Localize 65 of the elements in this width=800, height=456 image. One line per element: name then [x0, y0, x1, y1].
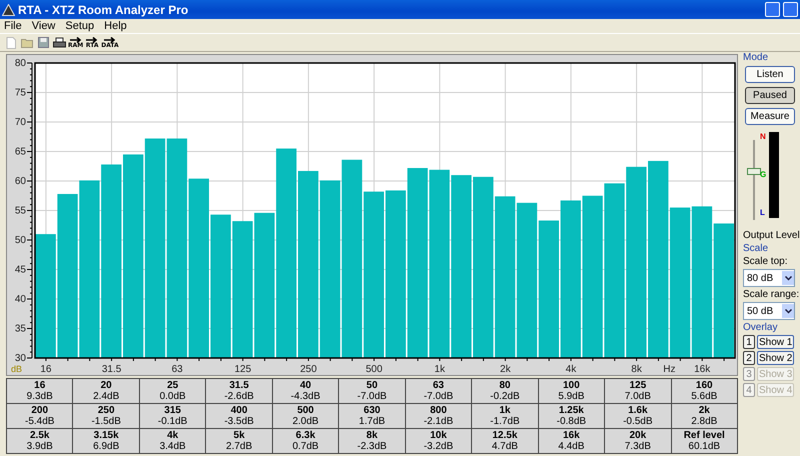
band-cell: 200 -5.4dB	[6, 404, 73, 428]
meter-mark: N	[760, 132, 766, 141]
axis-label: 8k	[631, 364, 642, 375]
band-cell: Ref level 60.1dB	[671, 428, 738, 454]
band-cell: 31.5 -2.6dB	[206, 378, 272, 404]
band-cell: 630 1.7dB	[338, 404, 406, 428]
window-title: RTA - XTZ Room Analyzer Pro	[18, 2, 188, 16]
band-cell: 12.5k 4.7dB	[472, 428, 538, 454]
axis-label: 50	[14, 235, 26, 246]
band-cell: 250 -1.5dB	[72, 404, 140, 428]
band-cell: 20k 7.3dB	[604, 428, 672, 454]
group-title: Mode	[743, 52, 770, 63]
group-title: Overlay	[743, 322, 778, 333]
band-cell: 2.5k 3.9dB	[6, 428, 73, 454]
band-cell: 63 -7.0dB	[405, 378, 472, 404]
axis-label: 2k	[500, 364, 511, 375]
axis-label: 250	[300, 364, 317, 375]
axis-label: 55	[14, 206, 26, 216]
band-cell: 1.25k -0.8dB	[538, 404, 605, 428]
axis-label: 80	[14, 58, 26, 69]
band-cell: 1k -1.7dB	[472, 404, 538, 428]
field-label: Scale top:	[743, 256, 788, 267]
axis-label: 1k	[434, 364, 445, 375]
band-cell: 400 -3.5dB	[206, 404, 272, 428]
band-cell: 40 -4.3dB	[272, 378, 339, 404]
band-cell: 125 7.0dB	[604, 378, 672, 404]
axis-label: 30	[14, 353, 26, 364]
band-cell: 16k 4.4dB	[538, 428, 605, 454]
meter-mark: G	[760, 170, 766, 179]
axis-label: 16k	[694, 364, 710, 375]
axis-label: 31.5	[102, 364, 122, 375]
unit-label: dB	[11, 364, 22, 374]
band-cell: 1.6k -0.5dB	[604, 404, 672, 428]
band-cell: 6.3k 0.7dB	[272, 428, 339, 454]
axis-label: 45	[14, 264, 26, 276]
band-cell: 5k 2.7dB	[206, 428, 272, 454]
band-cell: 16 9.3dB	[6, 378, 73, 404]
axis-label: 63	[172, 364, 183, 375]
band-cell: 80 -0.2dB	[472, 378, 538, 404]
band-cell: 500 2.0dB	[272, 404, 339, 428]
band-cell: 4k 3.4dB	[139, 428, 206, 454]
axis-label: 70	[14, 117, 26, 128]
band-cell: 20 2.4dB	[72, 378, 140, 404]
band-cell: 800 -2.1dB	[405, 404, 472, 428]
group-title: Scale	[743, 243, 770, 254]
band-cell: 10k -3.2dB	[405, 428, 472, 454]
axis-label: 65	[14, 146, 26, 158]
meter-mark: L	[760, 208, 765, 217]
band-cell: 8k -2.3dB	[338, 428, 406, 454]
axis-label: 40	[14, 294, 26, 305]
axis-label: 4k	[566, 364, 576, 375]
axis-label: 75	[14, 88, 26, 98]
band-cell: 50 -7.0dB	[338, 378, 406, 404]
band-cell: 25 0.0dB	[139, 378, 206, 404]
band-cell: 2k 2.8dB	[671, 404, 738, 428]
axis-label: 16	[40, 364, 52, 375]
band-cell: 3.15k 6.9dB	[72, 428, 140, 454]
unit-label: Hz	[663, 364, 676, 375]
axis-label: 125	[234, 364, 252, 375]
band-cell: 315 -0.1dB	[139, 404, 206, 428]
axis-label: 35	[14, 324, 26, 334]
band-cell: 160 5.6dB	[671, 378, 738, 404]
axis-label: 500	[366, 364, 382, 375]
band-cell: 100 5.9dB	[538, 378, 605, 404]
axis-label: 60	[14, 176, 26, 187]
